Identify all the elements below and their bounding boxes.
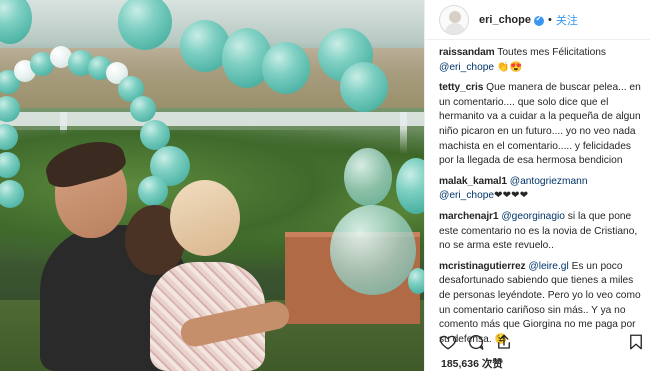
- post-side-panel: eri_chope • 关注 raissandam Toutes mes Fél…: [424, 0, 650, 371]
- likes-number: 185,636: [441, 358, 479, 370]
- balloon: [330, 205, 416, 295]
- comment-mention[interactable]: @georginagio: [501, 211, 565, 222]
- comment-text: Toutes mes Félicitations: [497, 47, 607, 58]
- comment-username[interactable]: raissandam: [439, 47, 495, 58]
- avatar[interactable]: [439, 4, 469, 35]
- balloon: [344, 148, 392, 206]
- balloon: [262, 42, 310, 94]
- post-header: eri_chope • 关注: [425, 0, 650, 40]
- comment-mention[interactable]: @leire.gl: [528, 261, 568, 272]
- comment-username[interactable]: tetty_cris: [439, 82, 483, 93]
- bookmark-icon[interactable]: [627, 333, 645, 351]
- verified-badge-icon: [533, 14, 544, 26]
- comment-item: marchenajr1 @georginagio si la que pone …: [439, 210, 645, 254]
- post-actions-bar: [439, 333, 645, 353]
- comment-mention[interactable]: @eri_chope: [439, 190, 494, 201]
- comment-item: tetty_cris Que manera de buscar pelea...…: [439, 81, 645, 169]
- post-author-username[interactable]: eri_chope: [479, 14, 531, 26]
- comment-emoji: 👏😍: [494, 61, 523, 73]
- comment-username[interactable]: mcristinagutierrez: [439, 261, 526, 272]
- likes-label: 次赞: [481, 358, 503, 370]
- comments-list: raissandam Toutes mes Félicitations @eri…: [439, 46, 645, 353]
- post-photo[interactable]: [0, 0, 424, 371]
- comment-mention[interactable]: @antogriezmann: [510, 176, 588, 187]
- comment-item: raissandam Toutes mes Félicitations @eri…: [439, 46, 645, 75]
- comment-emoji: ❤❤❤❤: [494, 190, 529, 202]
- separator-dot: •: [547, 13, 552, 26]
- likes-count[interactable]: 185,636 次赞: [441, 356, 503, 371]
- heart-icon[interactable]: [439, 333, 457, 351]
- comment-username[interactable]: marchenajr1: [439, 211, 499, 222]
- photo-child-head: [170, 180, 240, 256]
- comment-text: Que manera de buscar pelea... en un come…: [439, 82, 641, 167]
- comment-icon[interactable]: [467, 333, 485, 351]
- follow-button[interactable]: 关注: [556, 12, 578, 28]
- comment-mention[interactable]: @eri_chope: [439, 62, 494, 73]
- comment-username[interactable]: malak_kamal1: [439, 176, 507, 187]
- photo-people: [30, 134, 310, 371]
- comment-item: malak_kamal1 @antogriezmann @eri_chope❤❤…: [439, 175, 645, 204]
- balloon: [408, 268, 424, 294]
- balloon: [340, 62, 388, 112]
- balloon: [130, 96, 156, 122]
- share-icon[interactable]: [495, 333, 513, 351]
